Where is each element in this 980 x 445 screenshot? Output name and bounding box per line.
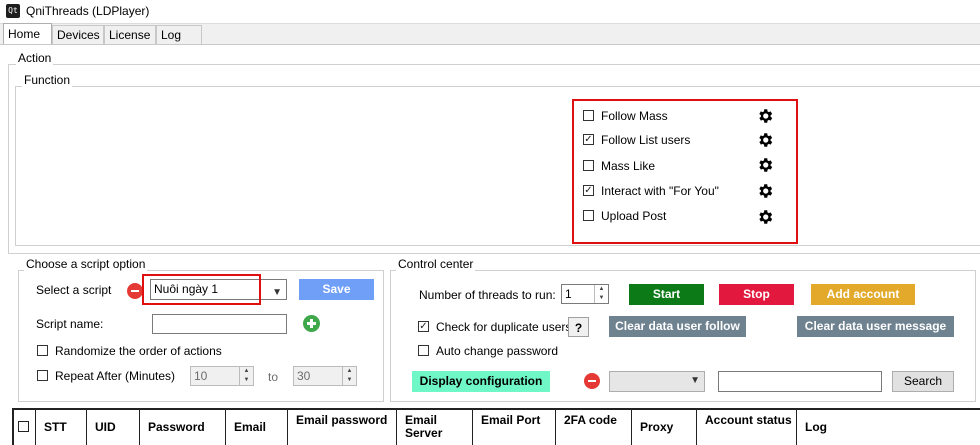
repeat-from-stepper[interactable]: 10 ▲ ▼ <box>190 366 254 386</box>
auto-change-password-checkbox[interactable] <box>418 345 429 356</box>
follow-mass-gear-icon[interactable] <box>756 107 774 125</box>
threads-stepper[interactable]: 1 ▲ ▼ <box>561 284 609 304</box>
column-email-password[interactable]: Email password <box>287 410 396 445</box>
tab-log[interactable]: Log <box>156 25 202 44</box>
control-legend: Control center <box>396 257 476 271</box>
threads-value: 1 <box>565 287 572 301</box>
repeat-checkbox[interactable] <box>37 370 48 381</box>
interact-for-you-gear-icon[interactable] <box>756 182 774 200</box>
help-button[interactable]: ? <box>568 317 589 337</box>
column-uid[interactable]: UID <box>86 410 139 445</box>
duplicate-users-checkbox[interactable]: ✓ <box>418 321 429 332</box>
select-all-column[interactable] <box>14 410 35 445</box>
randomize-checkbox[interactable] <box>37 345 48 356</box>
window-title: QniThreads (LDPlayer) <box>26 4 150 18</box>
display-configuration-button[interactable]: Display configuration <box>412 371 550 392</box>
script-name-label: Script name: <box>36 317 104 331</box>
column-log[interactable]: Log <box>796 410 980 445</box>
script-name-input[interactable] <box>152 314 287 334</box>
save-button[interactable]: Save <box>299 279 374 300</box>
repeat-to-value: 30 <box>297 369 311 383</box>
remove-script-icon[interactable] <box>127 283 143 299</box>
interact-for-you-checkbox[interactable]: ✓ <box>583 185 594 196</box>
mass-like-gear-icon[interactable] <box>756 156 774 174</box>
follow-list-gear-icon[interactable] <box>756 131 774 149</box>
repeat-to-stepper[interactable]: 30 ▲ ▼ <box>293 366 357 386</box>
repeat-from-spin[interactable]: ▲ ▼ <box>239 367 253 385</box>
title-bar: Qt QniThreads (LDPlayer) <box>0 0 980 24</box>
upload-post-label: Upload Post <box>601 209 667 223</box>
select-script-label: Select a script <box>36 283 112 297</box>
column-email[interactable]: Email <box>225 410 287 445</box>
column-email-server[interactable]: Email Server <box>396 410 472 445</box>
threads-label: Number of threads to run: <box>419 288 556 302</box>
remove-filter-icon[interactable] <box>584 373 600 389</box>
randomize-label: Randomize the order of actions <box>55 344 222 358</box>
threads-spin[interactable]: ▲ ▼ <box>594 285 608 303</box>
column-proxy[interactable]: Proxy <box>631 410 696 445</box>
follow-list-checkbox[interactable]: ✓ <box>583 134 594 145</box>
column-account-status[interactable]: Account status <box>696 410 796 445</box>
to-label: to <box>268 370 279 384</box>
action-legend: Action <box>16 51 54 65</box>
start-button[interactable]: Start <box>629 284 704 305</box>
follow-list-label: Follow List users <box>601 133 691 147</box>
search-button[interactable]: Search <box>892 371 954 392</box>
auto-change-password-label: Auto change password <box>436 344 559 358</box>
script-legend: Choose a script option <box>24 257 148 271</box>
function-legend: Function <box>22 73 73 87</box>
chevron-down-icon: ▼ <box>272 287 282 298</box>
app-icon: Qt <box>6 4 20 18</box>
mass-like-checkbox[interactable] <box>583 160 594 171</box>
duplicate-users-label: Check for duplicate users <box>436 320 572 334</box>
follow-mass-label: Follow Mass <box>601 109 668 123</box>
clear-user-follow-button[interactable]: Clear data user follow <box>609 316 746 337</box>
clear-user-message-button[interactable]: Clear data user message <box>797 316 954 337</box>
upload-post-checkbox[interactable] <box>583 210 594 221</box>
accounts-grid-header: STT UID Password Email Email password Em… <box>12 408 980 445</box>
select-all-checkbox[interactable] <box>18 421 29 432</box>
tab-devices[interactable]: Devices <box>52 25 104 44</box>
tab-license[interactable]: License <box>104 25 156 44</box>
search-input[interactable] <box>718 371 882 392</box>
filter-select[interactable]: ▼ <box>609 371 705 392</box>
interact-for-you-label: Interact with "For You" <box>601 184 719 198</box>
repeat-to-spin[interactable]: ▲ ▼ <box>342 367 356 385</box>
column-password[interactable]: Password <box>139 410 225 445</box>
add-script-icon[interactable] <box>303 315 320 332</box>
mass-like-label: Mass Like <box>601 159 656 173</box>
tab-home[interactable]: Home <box>3 23 52 45</box>
follow-mass-checkbox[interactable] <box>583 110 594 121</box>
chevron-down-icon: ▼ <box>690 375 700 386</box>
upload-post-gear-icon[interactable] <box>756 208 774 226</box>
column-email-port[interactable]: Email Port <box>472 410 555 445</box>
column-stt[interactable]: STT <box>35 410 86 445</box>
column-2fa-code[interactable]: 2FA code <box>555 410 631 445</box>
function-group <box>15 86 980 246</box>
repeat-label: Repeat After (Minutes) <box>55 369 176 383</box>
repeat-from-value: 10 <box>194 369 208 383</box>
add-account-button[interactable]: Add account <box>811 284 915 305</box>
stop-button[interactable]: Stop <box>719 284 794 305</box>
script-select-highlight-box <box>142 274 261 305</box>
